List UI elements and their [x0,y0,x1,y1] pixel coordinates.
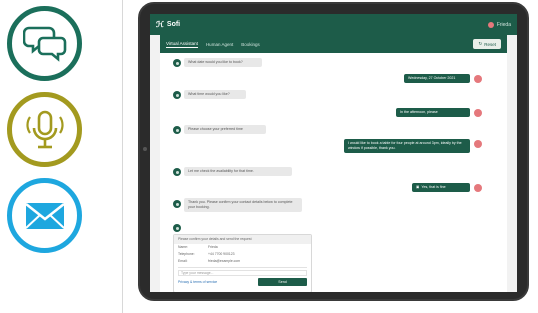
bot-avatar [173,91,181,99]
user-message: Wednesday, 27 October 2021 [404,74,470,83]
tab-human-agent[interactable]: Human Agent [206,42,233,47]
bot-message: Let me check the availability for that t… [184,167,292,176]
user-name: Frieda [496,21,511,28]
bot-message: What time would you like? [184,90,246,99]
bot-message: What date would you like to book? [184,58,262,67]
app-brand: ℋ Sofi [156,20,180,29]
bot-avatar [173,200,181,208]
bot-avatar [173,224,181,232]
brand-name: Sofi [166,21,181,28]
tablet-camera [143,147,147,151]
form-key: Telephone: [178,252,195,256]
bot-avatar [173,59,181,67]
form-row: Email: frieda@example.com [174,258,311,265]
reset-button-label: Reset [484,41,496,47]
tablet-screen: ℋ Sofi Frieda Virtual Assistant Human Ag… [150,14,517,292]
user-message: ▣ Yes, that is fine [412,183,470,192]
brand-logo-icon: ℋ [156,20,164,29]
chat-panel: Virtual Assistant Human Agent Bookings ↻… [160,35,507,292]
tablet-device: ℋ Sofi Frieda Virtual Assistant Human Ag… [138,2,529,301]
bot-message: Please choose your preferred time [184,125,266,134]
chat-bubbles-icon [7,6,82,81]
tab-virtual-assistant[interactable]: Virtual Assistant [166,41,198,48]
send-button[interactable]: Send [258,278,307,286]
user-message: In the afternoon, please [396,108,470,117]
user-message-text: Yes, that is fine [421,185,446,189]
booking-form: Please confirm your details and send the… [173,234,312,292]
form-value: frieda@example.com [208,259,241,263]
user-message: I would like to book a table for four pe… [344,139,470,153]
tab-bar: Virtual Assistant Human Agent Bookings ↻… [160,35,507,53]
app-header: ℋ Sofi Frieda [150,14,517,35]
calendar-icon: ▣ [416,185,420,189]
form-value: Frieda [208,245,218,249]
privacy-link[interactable]: Privacy & terms of service [178,280,217,284]
form-row: Name: Frieda [174,244,311,251]
user-menu[interactable]: Frieda [487,21,511,28]
form-footer: Privacy & terms of service Send [174,277,311,287]
microphone-icon [7,92,82,167]
column-divider [122,0,123,313]
bot-avatar [173,126,181,134]
user-avatar [474,184,482,192]
refresh-icon: ↻ [478,41,483,46]
bot-message: Thank you. Please confirm your contact d… [184,198,302,212]
bot-avatar [173,168,181,176]
form-key: Name: [178,245,188,249]
user-avatar [474,140,482,148]
form-row: Telephone: +44 7700 900123 [174,251,311,258]
user-avatar [474,75,482,83]
form-heading: Please confirm your details and send the… [174,235,311,244]
channel-icons [0,0,122,313]
user-avatar [487,21,494,28]
envelope-icon [7,178,82,253]
message-input[interactable]: Type your message... [178,270,307,276]
tab-bookings[interactable]: Bookings [241,42,260,47]
reset-button[interactable]: ↻ Reset [473,39,501,49]
form-key: Email: [178,259,188,263]
form-divider [178,267,307,268]
form-value: +44 7700 900123 [208,252,235,256]
user-avatar [474,109,482,117]
